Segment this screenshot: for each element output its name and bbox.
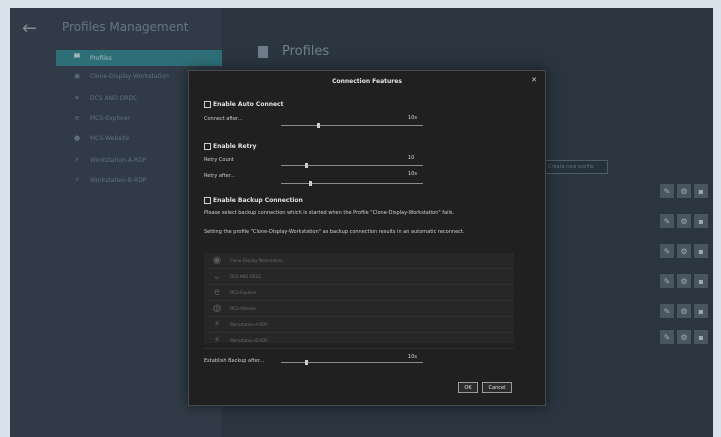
slider-thumb[interactable] — [317, 123, 320, 128]
rdp-icon: ⚡ — [213, 335, 221, 346]
list-item[interactable]: e MCS-Explorer — [204, 285, 514, 301]
list-item[interactable]: ⚡ Workstation-B-RDP — [204, 333, 514, 349]
list-item-label: MCS-Explorer — [230, 290, 257, 295]
list-item[interactable]: ⌄ DCS AND DRDC — [204, 269, 514, 285]
slider-thumb[interactable] — [305, 360, 308, 365]
slider-thumb[interactable] — [309, 181, 312, 186]
retry-count-label: Retry Count — [204, 157, 234, 163]
checkbox-box[interactable] — [204, 143, 211, 150]
backup-profile-list[interactable]: ◉ Clone-Display-Workstation ⌄ DCS AND DR… — [204, 253, 514, 349]
checkbox-label: Enable Retry — [213, 143, 257, 150]
cancel-button[interactable]: Cancel — [482, 382, 512, 393]
ok-button[interactable]: OK — [458, 382, 478, 393]
establish-backup-value: 10s — [408, 354, 417, 360]
connect-after-label: Connect after... — [204, 116, 243, 122]
backup-note: Setting the profile "Clone-Display-Works… — [204, 229, 465, 235]
explorer-icon: e — [213, 287, 221, 298]
globe-icon: ◍ — [212, 303, 222, 314]
list-item-label: Workstation-A-RDP — [230, 322, 268, 327]
retry-checkbox[interactable]: Enable Retry — [204, 143, 256, 150]
list-item[interactable]: ⚡ Workstation-A-RDP — [204, 317, 514, 333]
establish-backup-label: Establish Backup after... — [204, 358, 265, 364]
retry-after-slider[interactable] — [281, 181, 423, 186]
connection-features-dialog: Connection Features ✕ Enable Auto Connec… — [188, 70, 546, 406]
list-item[interactable]: ◉ Clone-Display-Workstation — [204, 253, 514, 269]
eye-icon: ◉ — [212, 255, 222, 266]
backup-connection-checkbox[interactable]: Enable Backup Connection — [204, 197, 303, 204]
checkbox-box[interactable] — [204, 101, 211, 108]
establish-backup-slider[interactable] — [281, 360, 423, 365]
auto-connect-checkbox[interactable]: Enable Auto Connect — [204, 101, 284, 108]
retry-count-slider[interactable] — [281, 163, 423, 168]
close-icon[interactable]: ✕ — [531, 76, 537, 84]
app-window: ← Profiles Management ▀ Profiles ◉ Clone… — [10, 8, 713, 437]
checkbox-box[interactable] — [204, 197, 211, 204]
list-item-label: MCS-Website — [230, 306, 257, 311]
retry-after-label: Retry after... — [204, 173, 236, 179]
backup-description: Please select backup connection which is… — [204, 210, 455, 216]
list-item-label: Clone-Display-Workstation — [230, 258, 283, 263]
retry-after-value: 10s — [408, 171, 417, 177]
retry-count-value: 10 — [408, 155, 415, 161]
slider-thumb[interactable] — [305, 163, 308, 168]
list-item[interactable]: ◍ MCS-Website — [204, 301, 514, 317]
chevron-down-icon: ⌄ — [212, 271, 222, 282]
dialog-title: Connection Features — [332, 78, 402, 85]
connect-after-value: 10s — [408, 115, 417, 121]
list-item-label: DCS AND DRDC — [230, 274, 262, 279]
checkbox-label: Enable Auto Connect — [213, 101, 284, 108]
list-item-label: Workstation-B-RDP — [230, 338, 268, 343]
rdp-icon: ⚡ — [213, 319, 221, 330]
connect-after-slider[interactable] — [281, 123, 423, 128]
checkbox-label: Enable Backup Connection — [213, 197, 303, 204]
